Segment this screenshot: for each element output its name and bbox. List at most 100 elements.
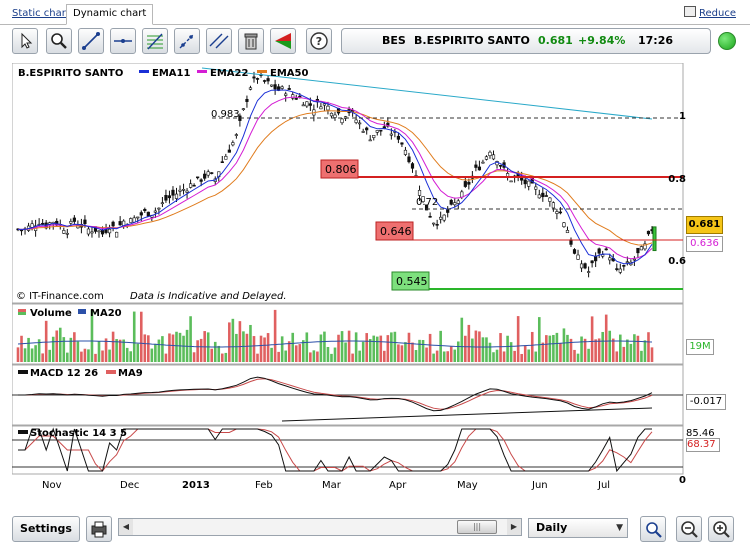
volume-bar — [238, 321, 242, 362]
x-tick-label: Mar — [322, 480, 342, 490]
volume-bar — [104, 338, 108, 362]
print-button[interactable] — [86, 516, 112, 542]
interval-select[interactable]: Daily ▼ — [528, 518, 628, 538]
volume-bar — [566, 334, 569, 362]
volume-bar — [372, 335, 376, 362]
volume-bar — [44, 320, 48, 362]
volume-bar — [344, 342, 347, 362]
volume-bar — [379, 335, 383, 362]
volume-bar — [506, 335, 509, 362]
volume-bar — [83, 348, 87, 362]
volume-bar — [118, 339, 122, 362]
zoom-in-button[interactable] — [708, 516, 734, 542]
volume-bar — [129, 351, 133, 362]
candle — [583, 262, 587, 270]
volume-bar — [245, 333, 249, 362]
fibonacci-button[interactable] — [142, 28, 168, 54]
volume-bar — [428, 333, 432, 362]
volume-bar — [386, 335, 390, 362]
volume-bar — [192, 352, 196, 362]
scroll-thumb[interactable]: ||| — [457, 520, 497, 534]
support2-label: 0.545 — [396, 275, 428, 288]
chart-svg[interactable]: 0.983 0.72 0.806 0.646 0.545 B.ESPIRITO … — [11, 62, 686, 491]
volume-bar — [182, 335, 185, 362]
volume-bar — [499, 333, 502, 362]
volume-bar — [464, 335, 467, 362]
volume-bar — [101, 350, 104, 362]
scroll-left-arrow[interactable]: ◀ — [119, 519, 133, 535]
legend-ema22: EMA22 — [210, 68, 248, 79]
volume-bar — [34, 345, 37, 362]
volume-bar — [312, 350, 316, 362]
zoom-out-button[interactable] — [676, 516, 702, 542]
volume-bar — [337, 334, 340, 362]
volume-bar — [189, 316, 192, 362]
trendline-button[interactable] — [78, 28, 104, 54]
volume-bar — [249, 324, 252, 362]
ema-value-badge: 0.636 — [686, 236, 723, 252]
zoom-fit-button[interactable] — [640, 516, 666, 542]
volume-bar — [164, 353, 168, 362]
parallel-lines-button[interactable] — [206, 28, 232, 54]
volume-bar — [425, 347, 428, 362]
volume-bar — [597, 338, 601, 362]
volume-bar — [157, 339, 161, 362]
credits-disclaimer: Data is Indicative and Delayed. — [130, 291, 287, 302]
volume-bar — [150, 348, 154, 362]
volume-bar — [407, 332, 411, 362]
cursor-button[interactable] — [12, 28, 38, 54]
horizontal-line-button[interactable] — [110, 28, 136, 54]
help-button[interactable]: ? — [306, 28, 332, 54]
volume-bar — [604, 314, 608, 362]
status-indicator — [718, 32, 736, 50]
volume-bar — [178, 332, 182, 362]
signal-button[interactable] — [270, 28, 296, 54]
tab-dynamic-chart[interactable]: Dynamic chart — [66, 4, 154, 25]
volume-bar — [393, 331, 397, 362]
volume-bar — [139, 311, 143, 362]
volume-bar — [347, 330, 351, 362]
volume-bar — [390, 332, 393, 362]
volume-bar — [217, 345, 221, 362]
volume-bar — [280, 336, 284, 362]
reduce-link[interactable]: Reduce — [684, 6, 736, 19]
volume-bar — [640, 350, 643, 362]
volume-bar — [351, 353, 354, 362]
volume-bar — [400, 345, 404, 362]
candle — [562, 222, 566, 228]
channel-button[interactable] — [174, 28, 200, 54]
volume-bar — [294, 345, 298, 362]
zoom-button[interactable] — [46, 28, 72, 54]
volume-bar — [305, 332, 309, 362]
peak-label: 0.983 — [211, 109, 240, 120]
chart-area[interactable]: 0.983 0.72 0.806 0.646 0.545 B.ESPIRITO … — [11, 62, 686, 491]
volume-bar — [147, 335, 150, 362]
channel-icon — [179, 33, 195, 49]
time-scrollbar[interactable]: ◀ ||| ▶ — [118, 518, 522, 536]
volume-bar — [449, 346, 453, 362]
x-tick-label: Nov — [42, 480, 62, 490]
x-tick-label: Dec — [120, 480, 139, 490]
volume-bar — [55, 330, 59, 362]
volume-bar — [516, 316, 520, 362]
settings-button[interactable]: Settings — [12, 516, 80, 542]
reduce-label: Reduce — [699, 8, 736, 19]
volume-bar — [224, 352, 228, 362]
volume-bar — [154, 343, 157, 362]
volume-bar — [319, 334, 323, 362]
volume-bar — [76, 341, 80, 362]
volume-bar — [256, 353, 259, 362]
volume-bar — [435, 350, 439, 362]
volume-bar — [111, 331, 115, 362]
zoom-out-icon — [681, 521, 698, 538]
delete-drawings-button[interactable] — [238, 28, 264, 54]
volume-bar — [633, 334, 636, 362]
scroll-right-arrow[interactable]: ▶ — [507, 519, 521, 535]
volume-bar — [643, 340, 647, 362]
volume-bar — [411, 342, 414, 362]
volume-bar — [492, 352, 495, 362]
stochastic-label: Stochastic 14 3 5 — [30, 428, 127, 439]
mid-level-label: 0.72 — [416, 197, 438, 208]
volume-bar — [650, 347, 654, 362]
volume-bar — [284, 350, 287, 362]
